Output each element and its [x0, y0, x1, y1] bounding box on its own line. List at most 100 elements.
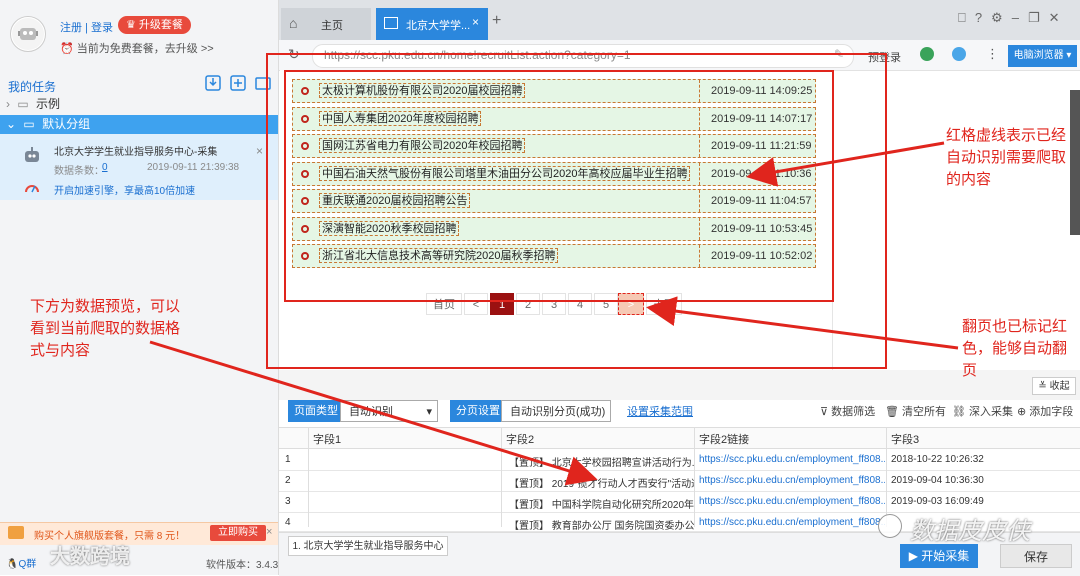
paging-select[interactable]: 自动识别分页(成功)▾ [501, 400, 611, 440]
qq-label: Q群 [18, 559, 37, 570]
buy-now-button[interactable]: 立即购买 [210, 525, 266, 541]
column-divider [308, 427, 309, 527]
column-divider [501, 427, 502, 527]
window-controls[interactable]: ⎕?⚙–❐✕ [958, 10, 1069, 26]
home-icon: ⌂ [289, 15, 298, 31]
set-range-link[interactable]: 设置采集范围 [627, 403, 693, 419]
table-row[interactable]: 2 【置顶】 2019"揽才行动人才西安行"活动邀请函 https://scc.pk… [279, 471, 1080, 492]
save-button[interactable]: 保存 [1000, 544, 1072, 568]
table-cell-link[interactable]: https://scc.pku.edu.cn/employment_ff808.… [699, 454, 885, 465]
scrollbar[interactable] [1070, 90, 1080, 235]
upgrade-label: 升级套餐 [138, 19, 183, 31]
table-cell-f3: 2019-09-03 16:09:49 [891, 496, 984, 507]
deep-collect-button[interactable]: ⛓ 深入采集 [952, 403, 1013, 419]
tab-active-label: 北京大学学... [406, 20, 471, 32]
start-collect-button[interactable]: ▶ 开始采集 [900, 544, 978, 568]
my-tasks-heading: 我的任务 [8, 80, 57, 94]
link-icon: ⛓ [952, 406, 970, 418]
gift-icon[interactable]: ⎕ [958, 10, 975, 25]
page-icon [384, 17, 398, 29]
table-row[interactable]: 1 【置顶】 北京大学校园招聘宣讲活动行为... https://scc.pku.e… [279, 450, 1080, 471]
table-cell-f2: 【置顶】 教育部办公厅 国务院国资委办公... [509, 521, 695, 532]
column-divider [694, 427, 695, 527]
caret-down-icon: ▾ [426, 406, 432, 418]
clock-icon: ⏰ [60, 43, 77, 55]
paging-label: 分页设置 [450, 400, 506, 422]
browser-mode-label: 电脑浏览器 [1013, 50, 1064, 61]
upgrade-button[interactable]: ♛ 升级套餐 [118, 16, 191, 34]
column-header[interactable]: 字段1 [313, 431, 341, 447]
task-count-label: 数据条数： [54, 166, 104, 177]
tab-active[interactable]: 北京大学学... × [376, 8, 488, 40]
table-row[interactable]: 3 【置顶】 中国科学院自动化研究所2020年... https://scc.pku… [279, 492, 1080, 513]
robot-icon [25, 147, 39, 162]
table-cell-f2: 【置顶】 中国科学院自动化研究所2020年... [509, 500, 695, 511]
close-icon[interactable]: × [472, 15, 479, 29]
chevron-down-icon: ⌄ [6, 117, 17, 131]
start-label: 开始采集 [921, 549, 970, 563]
filter-label: 数据筛选 [831, 406, 876, 418]
collapse-button[interactable]: ≚ 收起 [1032, 377, 1076, 395]
filter-button[interactable]: ⊽ 数据筛选 [820, 403, 875, 419]
column-header[interactable]: 字段2链接 [699, 431, 749, 447]
more-icon[interactable]: ⋮ [986, 46, 999, 62]
maximize-icon[interactable]: ❐ [1028, 10, 1049, 25]
annotation-bottom-right: 翻页也已标记红色，能够自动翻页 [962, 318, 1068, 379]
table-cell-f2: 【置顶】 2019"揽才行动人才西安行"活动邀请函 [509, 479, 695, 490]
folder-icon: ▭ [17, 97, 29, 111]
tree-item-default-group[interactable]: ⌄ ▭ 默认分组 [0, 115, 278, 134]
clear-all-button[interactable]: 🗑 清空所有 [885, 403, 946, 419]
close-icon[interactable]: ✕ [1049, 10, 1069, 25]
table-header [279, 427, 1080, 449]
gear-icon[interactable]: ⚙ [991, 10, 1012, 25]
tab-home[interactable]: ⌂ 主页 [281, 8, 371, 40]
filter-icon: ⊽ [820, 406, 832, 418]
tree-item-label: 示例 [36, 97, 61, 111]
help-icon[interactable]: ? [975, 10, 991, 25]
task-time: 2019-09-11 21:39:38 [147, 162, 240, 173]
free-plan-notice[interactable]: ⏰ 当前为免费套餐，去升级 >> [60, 40, 214, 56]
add-task-icon[interactable] [230, 75, 246, 91]
close-icon[interactable]: × [256, 144, 263, 158]
table-cell-no: 3 [285, 496, 291, 507]
folder-icon: ▭ [23, 117, 35, 131]
column-divider [886, 427, 887, 527]
clear-all-label: 清空所有 [902, 406, 947, 418]
shield-icon[interactable] [952, 47, 966, 61]
column-header[interactable]: 字段2 [506, 431, 534, 447]
new-tab-icon[interactable]: + [492, 12, 501, 30]
deep-collect-label: 深入采集 [969, 406, 1014, 418]
watermark-left: 大数跨境 [50, 546, 130, 568]
watermark-right: 数据皮皮侠 [910, 518, 1030, 545]
browser-mode-select[interactable]: 电脑浏览器 ▾ [1008, 45, 1077, 67]
collapse-label: 收起 [1049, 381, 1070, 392]
annotation-top-right: 红格虚线表示已经自动识别需要爬取的内容 [946, 127, 1067, 188]
close-icon[interactable]: × [266, 526, 272, 538]
task-name[interactable]: 北京大学学生就业指导服务中心-采集 [54, 143, 217, 158]
import-icon[interactable] [205, 75, 221, 91]
boost-engine-link[interactable]: 开启加速引擎，享最高10倍加速 [54, 182, 195, 197]
register-login-link[interactable]: 注册 | 登录 [60, 19, 113, 35]
table-cell-link[interactable]: https://scc.pku.edu.cn/employment_ff808.… [699, 475, 885, 486]
table-cell-link[interactable]: https://scc.pku.edu.cn/employment_ff808.… [699, 496, 885, 507]
qq-group-link[interactable]: 🐧Q群 [6, 555, 36, 570]
table-cell-link[interactable]: https://scc.pku.edu.cn/employment_ff808.… [699, 517, 885, 528]
trash-icon: 🗑 [885, 406, 903, 418]
add-field-button[interactable]: ⊕ 添加字段 [1017, 403, 1073, 419]
column-header[interactable]: 字段3 [891, 431, 919, 447]
power-icon[interactable] [920, 47, 934, 61]
task-count-value[interactable]: 0 [102, 162, 108, 173]
chevron-right-icon: › [6, 97, 10, 111]
minimize-icon[interactable]: – [1012, 10, 1028, 25]
chevron-double-down-icon: ≚ [1038, 381, 1050, 392]
task-tab[interactable]: 1. 北京大学学生就业指导服务中心 [288, 536, 448, 556]
page-gutter [279, 370, 1080, 400]
page-type-label: 页面类型 [288, 400, 344, 422]
qq-icon: 🐧 [6, 559, 19, 570]
page-type-select[interactable]: 自动识别 ▾ [340, 400, 438, 422]
tree-item-example[interactable]: › ▭ 示例 [0, 95, 278, 114]
add-field-label: 添加字段 [1029, 406, 1074, 418]
avatar[interactable] [10, 16, 46, 52]
software-version: 软件版本：3.4.3 [206, 560, 279, 571]
page-type-value: 自动识别 [349, 406, 393, 418]
